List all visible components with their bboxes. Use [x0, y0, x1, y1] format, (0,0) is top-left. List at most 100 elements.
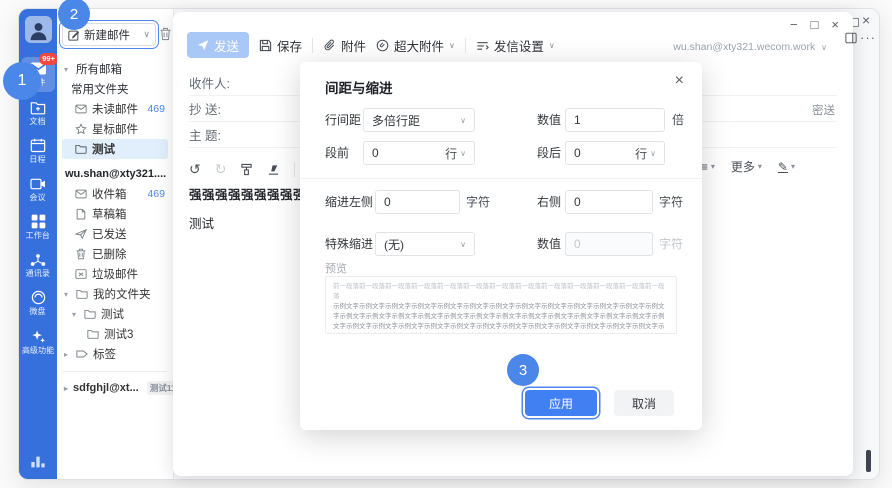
sidebar-item-junk[interactable]: 垃圾邮件	[57, 264, 173, 284]
before-input[interactable]	[372, 146, 422, 160]
more-options-icon[interactable]: ···	[860, 30, 876, 45]
undo-icon[interactable]: ↺	[189, 162, 201, 176]
send-button[interactable]: 发送	[187, 32, 249, 58]
send-settings-button[interactable]: 发信设置 ∨	[476, 36, 555, 55]
group-label: 常用文件夹	[71, 81, 129, 97]
bcc-link[interactable]: 密送	[812, 102, 835, 118]
large-attachment-button[interactable]: 超大附件 ∨	[376, 36, 455, 55]
folder-label: 收件箱	[92, 186, 127, 202]
rail-item-docs[interactable]: 文档	[21, 96, 55, 131]
sidebar-item-inbox[interactable]: 收件箱 469	[57, 184, 173, 204]
sidebar-item-my-folders[interactable]: ▾ 我的文件夹	[57, 284, 173, 304]
close-button[interactable]: ×	[831, 18, 839, 31]
delete-button[interactable]	[159, 27, 172, 41]
chevron-down-icon: ∨	[549, 41, 555, 50]
org-icon	[30, 253, 46, 267]
rail-item-workbench[interactable]: 工作台	[21, 210, 55, 245]
to-label: 收件人:	[189, 73, 230, 92]
apply-button[interactable]: 应用	[525, 390, 597, 416]
rail-item-meeting[interactable]: 会议	[21, 173, 55, 207]
inbox-count: 469	[147, 188, 165, 200]
rail-item-calendar[interactable]: 日程	[21, 134, 55, 169]
folder-label: 我的文件夹	[93, 286, 151, 302]
toolbar-divider	[465, 38, 466, 53]
sidebar-item-sent[interactable]: 已发送	[57, 224, 173, 244]
toolbar-divider	[294, 162, 295, 177]
signature-icon: ✎	[778, 160, 788, 174]
special-indent-select[interactable]: (无) ∨	[375, 232, 475, 256]
indent-right-input[interactable]	[574, 195, 644, 209]
background-close-button[interactable]: ×	[862, 12, 870, 28]
special-value-input[interactable]	[574, 237, 644, 251]
caret-right-icon: ▸	[64, 384, 68, 393]
sidebar-divider	[63, 371, 167, 372]
sidebar-item-all-mailboxes[interactable]: ▾ 所有邮箱	[57, 59, 173, 79]
unread-mail-icon	[75, 103, 87, 115]
indent-left-unit: 字符	[466, 190, 490, 214]
unread-badge: 99+	[39, 53, 58, 65]
sidebar-item-starred[interactable]: 星标邮件	[57, 119, 173, 139]
indent-right-input-wrap	[565, 190, 653, 214]
sidebar-account-primary[interactable]: wu.shan@xty321....	[57, 164, 173, 184]
subject-label: 主 题:	[189, 125, 221, 144]
compose-window-controls: − □ ×	[790, 18, 839, 31]
drive-icon	[31, 290, 46, 305]
sidebar-item-unread[interactable]: 未读邮件 469	[57, 99, 173, 119]
value-input[interactable]	[574, 113, 656, 127]
indent-left-input-wrap	[375, 190, 460, 214]
after-input[interactable]	[574, 146, 614, 160]
special-indent-value: (无)	[384, 236, 404, 253]
reading-pane-icon[interactable]	[845, 32, 857, 44]
save-button[interactable]: 保存	[259, 36, 302, 55]
sidebar-item-test-folder[interactable]: 测试	[62, 139, 168, 159]
value-label: 数值	[537, 109, 561, 131]
rail-item-drive[interactable]: 微盘	[21, 286, 55, 321]
before-unit-select[interactable]: 行 ∨	[445, 145, 466, 162]
signature-button[interactable]: ✎ ▾	[778, 160, 795, 174]
preview-sample-paragraph: 示例文字示例文字示例文字示例文字示例文字示例文字示例文字示例文字示例文字示例文字…	[333, 302, 669, 334]
line-spacing-select[interactable]: 多倍行距 ∨	[363, 108, 475, 132]
scrollbar-thumb[interactable]	[866, 450, 871, 472]
grid-icon	[31, 214, 46, 229]
rail-item-advanced[interactable]: 高级功能	[21, 325, 55, 360]
sidebar-account-secondary[interactable]: ▸ sdfghjl@xt... 测试111	[57, 378, 173, 398]
paperclip-icon	[323, 39, 336, 52]
calendar-icon	[30, 138, 46, 153]
sidebar-item-my-folder-test[interactable]: ▾ 测试	[57, 304, 173, 324]
format-painter-icon[interactable]	[240, 163, 253, 176]
sparkle-icon	[31, 329, 46, 344]
after-unit-select[interactable]: 行 ∨	[635, 145, 656, 162]
star-icon	[75, 123, 87, 135]
sidebar-item-my-folder-test3[interactable]: 测试3	[57, 324, 173, 344]
cancel-button[interactable]: 取消	[614, 390, 674, 416]
sidebar-item-drafts[interactable]: 草稿箱	[57, 204, 173, 224]
chevron-down-icon: ∨	[460, 116, 466, 125]
sidebar-item-tags[interactable]: ▸ 标签	[57, 344, 173, 364]
sidebar-item-deleted[interactable]: 已删除	[57, 244, 173, 264]
dialog-close-icon[interactable]: ×	[675, 72, 684, 90]
caret-down-icon: ▾	[758, 162, 762, 171]
folder-list: ▾ 所有邮箱 常用文件夹 未读邮件 469	[57, 59, 173, 398]
attachment-button[interactable]: 附件	[323, 36, 366, 55]
redo-icon[interactable]: ↻	[215, 162, 227, 176]
caret-down-icon: ▾	[791, 162, 795, 171]
toolbar-divider	[312, 38, 313, 53]
rail-item-contacts[interactable]: 通讯录	[21, 249, 55, 283]
chevron-down-icon: ∨	[449, 41, 455, 50]
sidebar-group-common-folders: 常用文件夹	[57, 79, 173, 99]
cc-label: 抄 送:	[189, 99, 221, 118]
more-format-button[interactable]: 更多 ▾	[731, 158, 762, 175]
clear-format-icon[interactable]	[267, 163, 280, 176]
rail-item-stats[interactable]	[30, 455, 46, 469]
chevron-down-icon: ∨	[143, 29, 150, 40]
maximize-button[interactable]: □	[811, 18, 819, 31]
indent-left-input[interactable]	[384, 195, 451, 209]
account-switcher[interactable]: wu.shan@xty321.wecom.work ∨	[673, 41, 827, 53]
minimize-button[interactable]: −	[790, 18, 798, 31]
list-format-button[interactable]: ≡ ▾	[701, 160, 715, 174]
user-avatar[interactable]	[25, 16, 52, 43]
rail-item-label: 日程	[30, 155, 46, 163]
video-icon	[30, 177, 46, 191]
paper-plane-icon	[75, 228, 87, 240]
format-toolbar-right: ≡ ▾ 更多 ▾ ✎ ▾	[701, 158, 795, 175]
